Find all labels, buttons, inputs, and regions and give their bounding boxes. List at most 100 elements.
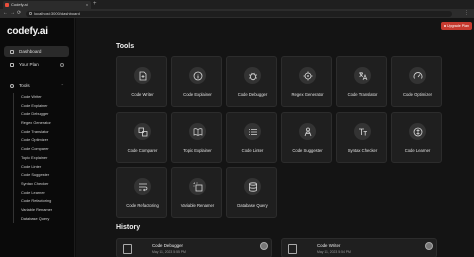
logo-accent: ai [39, 26, 48, 37]
history-title: Code Debugger [152, 243, 184, 248]
sidebar-tools-label: Tools [19, 83, 30, 88]
tools-section-title: Tools [116, 43, 135, 50]
sidebar-item-topic-explainer[interactable]: Topic Explainer [14, 154, 71, 163]
history-date: May 11, 2023 5:55 PM [152, 250, 186, 254]
plan-status-icon [60, 62, 64, 67]
tool-card-label: Code Writer [131, 92, 154, 97]
sidebar-item-regex-generator[interactable]: Regex Generator [14, 119, 71, 128]
tools-icon [10, 84, 14, 88]
logo-main: codefy. [7, 26, 40, 37]
sidebar-item-code-translator[interactable]: Code Translator [14, 128, 71, 137]
sidebar-item-label: Your Plan [19, 62, 39, 67]
browser-toolbar: ← → ⟳ localhost:3000/dashboard ⋮ [0, 9, 474, 18]
regex-target-icon [303, 71, 312, 80]
info-icon [193, 71, 202, 80]
history-date: May 11, 2023 5:54 PM [317, 250, 351, 254]
tool-card-label: Code Explainer [183, 92, 212, 97]
tool-card-code-translator[interactable]: Code Translator [336, 56, 387, 107]
dashboard-icon [10, 49, 14, 54]
wrap-icon [138, 183, 147, 191]
new-tab-button[interactable]: + [93, 0, 97, 9]
gauge-icon [413, 71, 422, 79]
sidebar-item-database-query[interactable]: Database Query [14, 215, 71, 224]
sidebar-item-dashboard[interactable]: Dashboard [4, 46, 69, 57]
plan-icon [10, 62, 14, 67]
upgrade-plan-button[interactable]: Upgrade Plan [440, 22, 472, 30]
tool-card-label: Code Refactoring [126, 203, 159, 208]
tab-title: Codefy.ai [11, 2, 28, 7]
forward-icon[interactable]: → [10, 9, 15, 18]
file-plus-icon [139, 71, 146, 80]
tool-card-label: Code Optimizer [402, 92, 433, 97]
sidebar-item-code-writer[interactable]: Code Writer [14, 93, 71, 102]
tool-card-code-explainer[interactable]: Code Explainer [171, 56, 222, 107]
sidebar-item-code-linter[interactable]: Code Linter [14, 163, 71, 172]
sidebar-item-code-debugger[interactable]: Code Debugger [14, 110, 71, 119]
book-icon [193, 127, 202, 136]
history-section-title: History [116, 224, 141, 231]
person-icon [304, 127, 311, 136]
tool-card-label: Topic Explainer [183, 148, 212, 153]
main-content: Upgrade Plan Tools Code Writer Code Expl… [76, 18, 474, 257]
database-icon [248, 181, 257, 192]
sidebar-item-code-comparer[interactable]: Code Comparer [14, 145, 71, 154]
reload-icon[interactable]: ⟳ [17, 9, 21, 18]
tool-card-code-refactoring[interactable]: Code Refactoring [116, 167, 167, 218]
tool-card-variable-renamer[interactable]: Variable Renamer [171, 167, 222, 218]
tool-card-topic-explainer[interactable]: Topic Explainer [171, 112, 222, 163]
tool-card-label: Code Translator [347, 92, 378, 97]
tool-card-label: Code Suggester [292, 148, 323, 153]
sidebar-item-syntax-checker[interactable]: Syntax Checker [14, 180, 71, 189]
sidebar-item-your-plan[interactable]: Your Plan [4, 59, 69, 70]
text-icon [358, 128, 367, 135]
sidebar-item-code-optimizer[interactable]: Code Optimizer [14, 136, 71, 145]
tool-card-code-debugger[interactable]: Code Debugger [226, 56, 277, 107]
tool-card-code-writer[interactable]: Code Writer [116, 56, 167, 107]
sidebar-item-code-refactoring[interactable]: Code Refactoring [14, 197, 71, 206]
tool-card-code-optimizer[interactable]: Code Optimizer [391, 56, 442, 107]
lightbulb-icon [413, 127, 422, 136]
bug-icon [248, 72, 257, 80]
sidebar-tool-list: Code Writer Code Explainer Code Debugger… [13, 93, 71, 224]
compare-icon [138, 127, 147, 136]
tool-card-syntax-checker[interactable]: Syntax Checker [336, 112, 387, 163]
tool-card-label: Regex Generator [291, 92, 324, 97]
history-card[interactable]: Code Debugger May 11, 2023 5:55 PM [116, 238, 272, 257]
sidebar-tools-toggle[interactable]: Tools ⌃ [4, 82, 69, 90]
sidebar-item-label: Dashboard [19, 49, 42, 54]
tool-card-code-comparer[interactable]: Code Comparer [116, 112, 167, 163]
lock-icon [29, 12, 32, 15]
tool-card-regex-generator[interactable]: Regex Generator [281, 56, 332, 107]
history-file-icon [288, 244, 297, 254]
sidebar-item-code-learner[interactable]: Code Learner [14, 189, 71, 198]
sidebar-item-code-explainer[interactable]: Code Explainer [14, 102, 71, 111]
app-logo[interactable]: codefy.ai [7, 26, 48, 37]
tool-card-label: Code Learner [404, 148, 431, 153]
browser-menu-icon[interactable]: ⋮ [464, 9, 469, 18]
url-text: localhost:3000/dashboard [34, 10, 80, 16]
tool-card-code-learner[interactable]: Code Learner [391, 112, 442, 163]
tool-card-database-query[interactable]: Database Query [226, 167, 277, 218]
tool-card-label: Syntax Checker [347, 148, 378, 153]
address-bar[interactable]: localhost:3000/dashboard [26, 10, 452, 17]
sidebar: codefy.ai Dashboard Your Plan Tools ⌃ Co… [0, 18, 75, 257]
tool-card-label: Code Linter [241, 148, 264, 153]
tool-card-code-suggester[interactable]: Code Suggester [281, 112, 332, 163]
tool-card-label: Database Query [237, 203, 268, 208]
translate-icon [358, 71, 367, 80]
sidebar-item-variable-renamer[interactable]: Variable Renamer [14, 206, 71, 215]
history-card[interactable]: Code Writer May 11, 2023 5:54 PM [281, 238, 437, 257]
upgrade-label: Upgrade Plan [447, 24, 469, 28]
tool-card-code-linter[interactable]: Code Linter [226, 112, 277, 163]
back-icon[interactable]: ← [3, 9, 8, 18]
sidebar-item-code-suggester[interactable]: Code Suggester [14, 171, 71, 180]
browser-tab[interactable]: Codefy.ai x [3, 1, 91, 9]
rename-icon [193, 182, 202, 191]
avatar [260, 242, 268, 250]
tool-card-label: Code Comparer [127, 148, 158, 153]
avatar [425, 242, 433, 250]
upgrade-icon [443, 24, 447, 28]
tool-card-label: Variable Renamer [180, 203, 215, 208]
chevron-up-icon: ⌃ [60, 83, 64, 88]
tab-close-icon[interactable]: x [86, 1, 88, 9]
